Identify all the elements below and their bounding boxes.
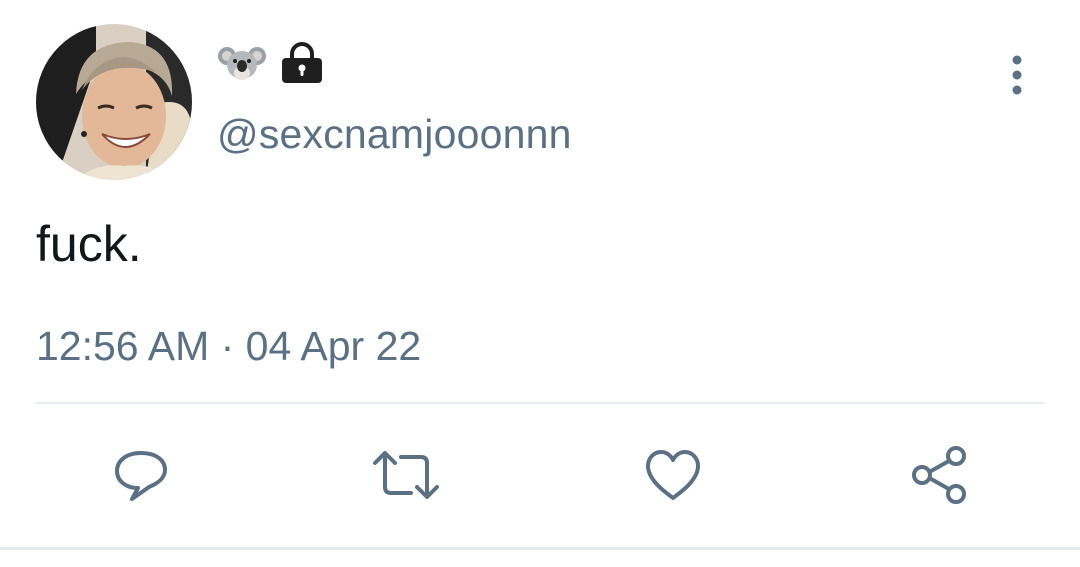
like-button[interactable] [638,440,708,510]
user-handle[interactable]: @sexcnamjooonnn [217,110,572,158]
lock-icon [282,42,322,83]
heart-icon [646,450,700,500]
reply-button[interactable] [106,440,176,510]
display-name[interactable] [218,42,324,84]
bottom-divider [0,547,1080,550]
reply-icon [115,451,167,501]
tweet-text: fuck. [36,216,142,272]
avatar[interactable] [36,24,192,180]
more-options-button[interactable] [1000,52,1036,98]
retweet-icon [373,451,439,499]
share-button[interactable] [905,440,975,510]
retweet-button[interactable] [371,440,441,510]
tweet-timestamp: 12:56 AM · 04 Apr 22 [36,323,422,369]
divider [36,402,1044,404]
koala-icon [218,47,266,80]
share-icon [912,446,966,504]
more-vertical-icon [1012,55,1022,95]
avatar-photo [36,24,192,180]
